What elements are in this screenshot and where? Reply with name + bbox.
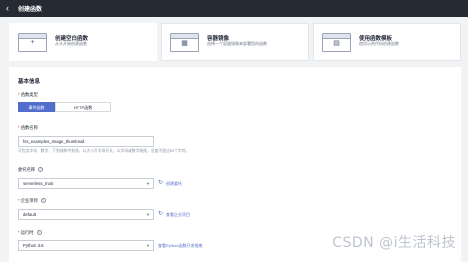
help-icon[interactable]: ? <box>36 230 42 236</box>
creation-method-cards: + 创建空白函数 从头开始创建函数 ▦ 容器镜像 选择一个容器镜像来部署您的函数… <box>9 23 461 61</box>
section-title: 基本信息 <box>18 79 41 85</box>
type-option-http[interactable]: HTTP函数 <box>55 102 111 112</box>
refresh-icon[interactable]: ↻ <box>158 211 163 217</box>
chevron-down-icon: ▼ <box>146 212 150 217</box>
chevron-down-icon: ▼ <box>146 243 150 248</box>
template-icon: ▤ <box>322 33 351 52</box>
refresh-icon[interactable]: ↻ <box>158 180 163 186</box>
view-enterprise-project-link[interactable]: 查看企业项目 <box>166 212 190 218</box>
agency-label: 委托名称? <box>18 167 44 173</box>
card-function-template[interactable]: ▤ 使用函数模板 使用示例代码创建函数 <box>313 23 461 61</box>
card-description: 使用示例代码创建函数 <box>359 41 399 46</box>
enterprise-project-label: *企业项目? <box>18 198 46 204</box>
card-container-image[interactable]: ▦ 容器镜像 选择一个容器镜像来部署您的函数 <box>161 23 309 61</box>
required-mark: * <box>18 230 20 235</box>
agency-select[interactable]: serverless_trust ▼ <box>18 178 154 189</box>
arrow-left-icon[interactable]: ‹ <box>6 4 15 13</box>
function-type-label: *函数类型 <box>18 92 38 97</box>
chevron-down-icon: ▼ <box>146 181 150 186</box>
function-type-selector: 事件函数 HTTP函数 <box>18 102 111 112</box>
runtime-label: *运行时? <box>18 230 42 236</box>
page-title: 创建函数 <box>18 7 43 13</box>
blank-function-icon: + <box>18 33 47 52</box>
required-mark: * <box>18 92 20 97</box>
help-icon[interactable]: ? <box>38 167 44 173</box>
runtime-select[interactable]: Python 3.6 ▼ <box>18 240 154 251</box>
function-name-input[interactable]: fss_examples_image_thumbnail <box>18 136 154 147</box>
card-description: 从头开始创建函数 <box>55 41 87 46</box>
function-name-hint: 可包含字母、数字、下划线和中划线，以大小写字母开头，以字母或数字结尾，长度不超过… <box>18 149 190 153</box>
function-name-label: *函数名称 <box>18 125 38 130</box>
python-guide-link[interactable]: 查看Python函数开发指南 <box>158 243 202 249</box>
create-agency-link[interactable]: 创建委托 <box>166 181 182 187</box>
help-icon[interactable]: ? <box>40 198 46 204</box>
type-option-event[interactable]: 事件函数 <box>18 102 55 112</box>
card-blank-function[interactable]: + 创建空白函数 从头开始创建函数 <box>9 23 157 61</box>
container-image-icon: ▦ <box>170 33 199 52</box>
required-mark: * <box>18 198 20 203</box>
top-bar: ‹ 创建函数 <box>0 0 468 17</box>
watermark: CSDN @i生活科技 <box>332 235 456 251</box>
card-description: 选择一个容器镜像来部署您的函数 <box>207 41 267 46</box>
enterprise-project-select[interactable]: default ▼ <box>18 209 154 220</box>
required-mark: * <box>18 125 20 130</box>
